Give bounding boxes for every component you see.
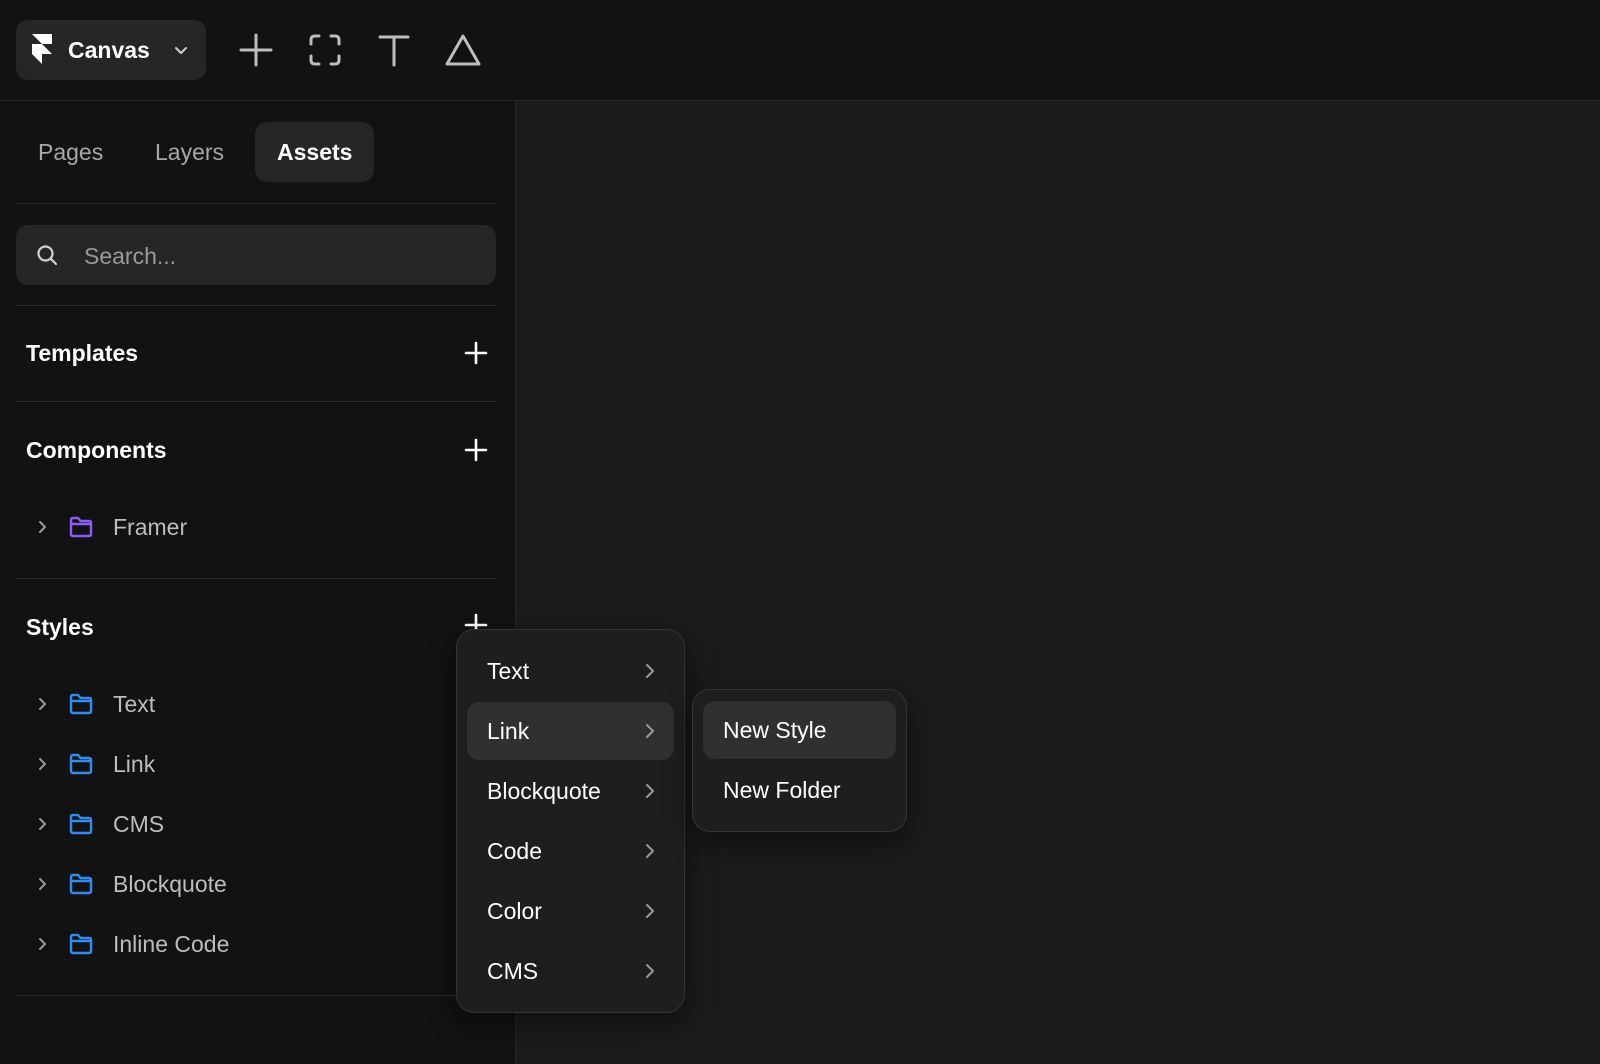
framer-logo-icon [32,34,52,64]
menu-item-text[interactable]: Text [467,642,674,700]
tree-item-label: Text [113,691,156,717]
insert-tool-button[interactable] [236,28,276,72]
text-icon [378,35,410,67]
chevron-right-icon [39,698,46,710]
divider [16,401,496,402]
frame-tool-button[interactable] [305,28,345,72]
chevron-right-icon [646,664,654,678]
shape-tool-button[interactable] [443,28,483,72]
menu-item-cms[interactable]: CMS [467,942,674,1000]
menu-item-code[interactable]: Code [467,822,674,880]
style-folder-cms[interactable]: CMS [26,802,466,846]
divider [16,305,496,306]
chevron-down-icon [175,47,187,54]
menu-item-label: New Style [723,717,827,743]
style-folder-blockquote[interactable]: Blockquote [26,862,466,906]
tab-assets[interactable]: Assets [255,122,375,182]
menu-item-label: Link [487,718,530,744]
triangle-shape-icon [445,34,481,66]
components-section-title: Components [26,437,167,463]
project-name: Canvas [68,37,150,63]
style-folder-text[interactable]: Text [26,682,466,726]
chevron-right-icon [39,521,46,533]
link-submenu: New Style New Folder [692,689,907,832]
folder-icon [69,933,93,955]
project-menu-button[interactable]: Canvas [16,20,206,80]
menu-item-label: Blockquote [487,778,601,804]
add-component-plus-icon[interactable] [462,436,490,464]
chevron-right-icon [646,784,654,798]
templates-section-title: Templates [26,340,139,366]
folder-icon [69,516,93,538]
menu-item-label: Color [487,898,542,924]
chevron-right-icon [39,938,46,950]
text-tool-button[interactable] [374,28,414,72]
plus-icon [239,33,273,67]
chevron-right-icon [39,758,46,770]
folder-icon [69,693,93,715]
menu-item-label: Code [487,838,542,864]
style-folder-inline-code[interactable]: Inline Code [26,922,466,966]
folder-icon [69,873,93,895]
search-box[interactable] [16,225,496,285]
tab-layers[interactable]: Layers [155,122,224,182]
tree-item-label: Framer [113,514,188,540]
menu-item-blockquote[interactable]: Blockquote [467,762,674,820]
frame-icon [309,34,341,66]
top-toolbar: Canvas [0,0,1600,101]
style-folder-link[interactable]: Link [26,742,466,786]
menu-item-new-folder[interactable]: New Folder [703,761,896,819]
folder-icon [69,813,93,835]
tree-item-label: Link [113,751,156,777]
menu-item-label: Text [487,658,530,684]
tab-pages[interactable]: Pages [38,122,103,182]
chevron-right-icon [646,844,654,858]
menu-item-link[interactable]: Link [467,702,674,760]
search-input[interactable] [82,235,476,277]
divider [16,995,496,996]
add-style-menu: Text Link Blockquote Code Color CMS [456,629,685,1013]
add-template-plus-icon[interactable] [462,339,490,367]
search-icon [37,245,58,266]
tree-item-label: CMS [113,811,165,837]
divider [16,203,496,204]
menu-item-color[interactable]: Color [467,882,674,940]
chevron-right-icon [39,878,46,890]
menu-item-label: CMS [487,958,539,984]
menu-item-label: New Folder [723,777,841,803]
chevron-right-icon [646,964,654,978]
styles-section-title: Styles [26,614,94,640]
chevron-right-icon [39,818,46,830]
component-folder-framer[interactable]: Framer [26,505,466,549]
tree-item-label: Inline Code [113,931,230,957]
chevron-right-icon [646,904,654,918]
chevron-right-icon [646,724,654,738]
divider [16,578,496,579]
menu-item-new-style[interactable]: New Style [703,701,896,759]
folder-icon [69,753,93,775]
tree-item-label: Blockquote [113,871,227,897]
